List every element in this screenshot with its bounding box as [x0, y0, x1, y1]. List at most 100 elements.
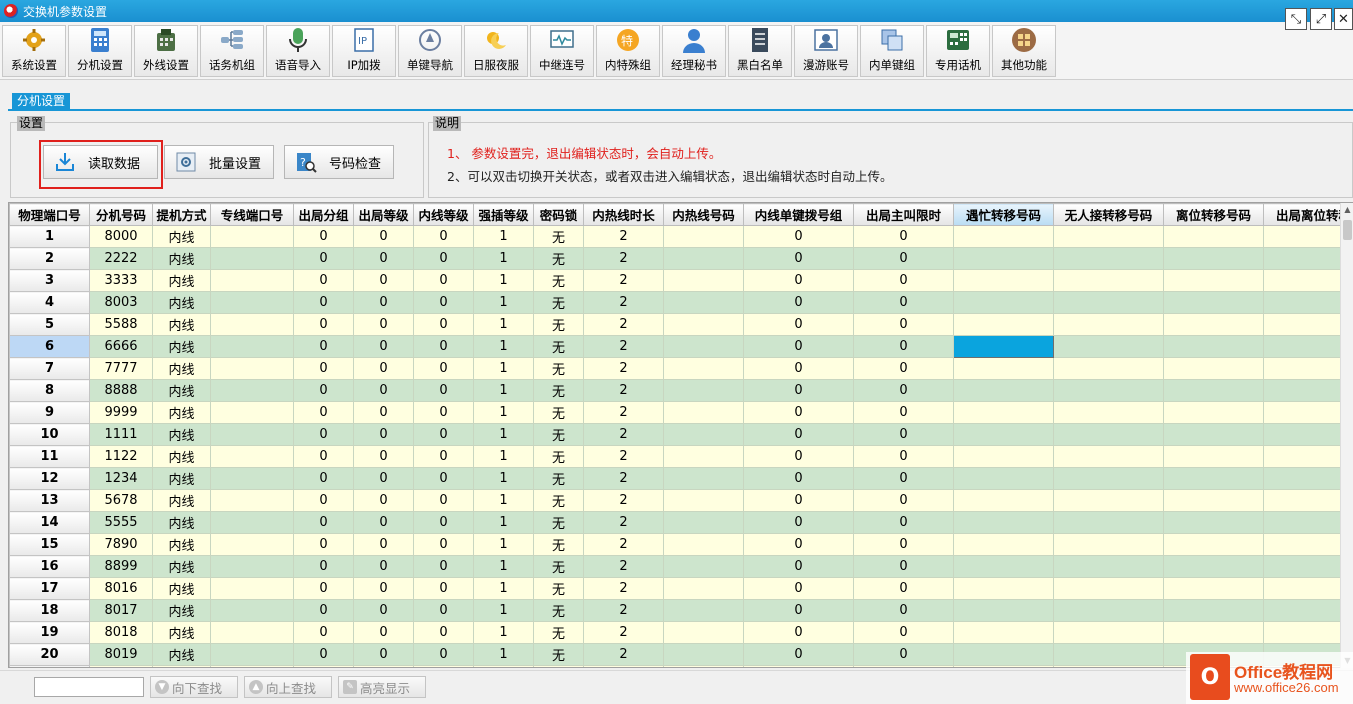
table-cell[interactable]: 1	[473, 599, 534, 622]
table-cell[interactable]: 0	[353, 401, 414, 424]
table-cell[interactable]: 0	[853, 511, 954, 534]
table-cell[interactable]: 0	[743, 357, 854, 380]
table-cell[interactable]: 8017	[89, 599, 153, 622]
table-cell[interactable]	[210, 621, 294, 644]
table-cell[interactable]: 1	[473, 357, 534, 380]
table-cell[interactable]: 0	[743, 621, 854, 644]
table-row[interactable]: 9 9999 内线 0 0 0 1 无 2 0 0	[9, 401, 1352, 424]
table-cell[interactable]: 0	[413, 533, 474, 556]
toolbar-button-5[interactable]: 语音导入	[266, 25, 330, 77]
table-cell[interactable]	[1053, 401, 1164, 424]
table-cell[interactable]: 0	[293, 467, 354, 490]
table-cell[interactable]: 8018	[89, 621, 153, 644]
table-cell[interactable]: 无	[533, 621, 584, 644]
table-cell[interactable]: 内线	[152, 335, 211, 358]
table-cell[interactable]	[1053, 335, 1164, 358]
table-cell[interactable]	[663, 269, 744, 292]
row-header[interactable]: 19	[9, 621, 90, 644]
table-cell[interactable]	[210, 357, 294, 380]
row-header[interactable]: 13	[9, 489, 90, 512]
table-cell[interactable]: 3333	[89, 269, 153, 292]
table-cell[interactable]: 2	[583, 555, 664, 578]
table-cell[interactable]: 0	[293, 291, 354, 314]
table-cell[interactable]: 内线	[152, 445, 211, 468]
table-cell[interactable]	[663, 665, 744, 667]
table-cell[interactable]: 1	[473, 445, 534, 468]
table-cell[interactable]: 0	[413, 313, 474, 336]
table-row[interactable]: 3 3333 内线 0 0 0 1 无 2 0 0	[9, 269, 1352, 292]
table-cell[interactable]: 2	[583, 401, 664, 424]
table-cell[interactable]	[953, 643, 1054, 666]
table-cell[interactable]	[953, 511, 1054, 534]
table-cell[interactable]: 8899	[89, 555, 153, 578]
table-cell[interactable]: 2	[583, 511, 664, 534]
table-cell[interactable]: 0	[413, 445, 474, 468]
table-row[interactable]: 12 1234 内线 0 0 0 1 无 2 0 0	[9, 467, 1352, 490]
table-cell[interactable]: 0	[353, 643, 414, 666]
table-cell[interactable]	[1163, 489, 1264, 512]
table-cell[interactable]: 内线	[152, 467, 211, 490]
table-cell[interactable]: 0	[293, 313, 354, 336]
find-down-button[interactable]: ▼ 向下查找	[150, 676, 238, 698]
table-row[interactable]: 7 7777 内线 0 0 0 1 无 2 0 0	[9, 357, 1352, 380]
table-cell[interactable]	[1053, 533, 1164, 556]
row-header[interactable]: 18	[9, 599, 90, 622]
table-cell[interactable]	[1053, 445, 1164, 468]
table-cell[interactable]: 内线	[152, 599, 211, 622]
highlight-button[interactable]: ✎ 高亮显示	[338, 676, 426, 698]
table-cell[interactable]	[953, 313, 1054, 336]
table-cell[interactable]: 2	[583, 313, 664, 336]
table-cell[interactable]	[1053, 577, 1164, 600]
table-cell[interactable]: 无	[533, 423, 584, 446]
table-cell[interactable]: 0	[353, 291, 414, 314]
table-cell[interactable]	[1163, 533, 1264, 556]
table-row[interactable]: 14 5555 内线 0 0 0 1 无 2 0 0	[9, 511, 1352, 534]
table-cell[interactable]: 0	[293, 555, 354, 578]
table-cell[interactable]: 1	[473, 467, 534, 490]
toolbar-button-2[interactable]: 分机设置	[68, 25, 132, 77]
table-cell[interactable]: 1	[473, 269, 534, 292]
toolbar-button-11[interactable]: 经理秘书	[662, 25, 726, 77]
table-cell[interactable]: 1	[473, 225, 534, 248]
table-cell[interactable]	[953, 401, 1054, 424]
table-cell[interactable]	[210, 379, 294, 402]
table-cell[interactable]: 0	[293, 445, 354, 468]
row-header[interactable]: 11	[9, 445, 90, 468]
table-cell[interactable]	[1053, 643, 1164, 666]
table-cell[interactable]: 0	[353, 599, 414, 622]
table-cell[interactable]	[953, 225, 1054, 248]
toolbar-button-12[interactable]: 黑白名单	[728, 25, 792, 77]
table-cell[interactable]	[1163, 335, 1264, 358]
toolbar-button-9[interactable]: 中继连号	[530, 25, 594, 77]
table-row[interactable]: 17 8016 内线 0 0 0 1 无 2 0 0	[9, 577, 1352, 600]
table-cell[interactable]: 0	[293, 335, 354, 358]
table-cell[interactable]: 无	[533, 335, 584, 358]
table-cell[interactable]: 1	[473, 379, 534, 402]
batch-settings-button[interactable]: 批量设置	[164, 145, 274, 179]
table-cell[interactable]	[1053, 313, 1164, 336]
toolbar-button-10[interactable]: 特内特殊组	[596, 25, 660, 77]
column-header[interactable]: 出局等级	[353, 203, 414, 226]
table-cell[interactable]: 1	[473, 489, 534, 512]
table-cell[interactable]	[663, 423, 744, 446]
table-cell[interactable]: 0	[413, 643, 474, 666]
table-cell[interactable]: 0	[293, 401, 354, 424]
close-icon[interactable]: ✕	[1334, 8, 1353, 30]
toolbar-button-4[interactable]: 话务机组	[200, 25, 264, 77]
table-cell[interactable]	[1053, 225, 1164, 248]
table-cell[interactable]: 内线	[152, 225, 211, 248]
row-header[interactable]: 2	[9, 247, 90, 270]
row-header[interactable]: 8	[9, 379, 90, 402]
table-cell[interactable]	[1163, 445, 1264, 468]
table-cell[interactable]: 0	[743, 555, 854, 578]
table-cell[interactable]: 2	[583, 225, 664, 248]
table-row[interactable]: 218020内线0001无200	[9, 665, 1352, 667]
table-cell[interactable]	[953, 665, 1054, 667]
table-cell[interactable]	[210, 247, 294, 270]
table-cell[interactable]	[953, 445, 1054, 468]
table-cell[interactable]: 无	[533, 401, 584, 424]
table-cell[interactable]: 0	[413, 467, 474, 490]
row-header[interactable]: 5	[9, 313, 90, 336]
table-cell[interactable]: 7890	[89, 533, 153, 556]
table-cell[interactable]: 0	[353, 577, 414, 600]
